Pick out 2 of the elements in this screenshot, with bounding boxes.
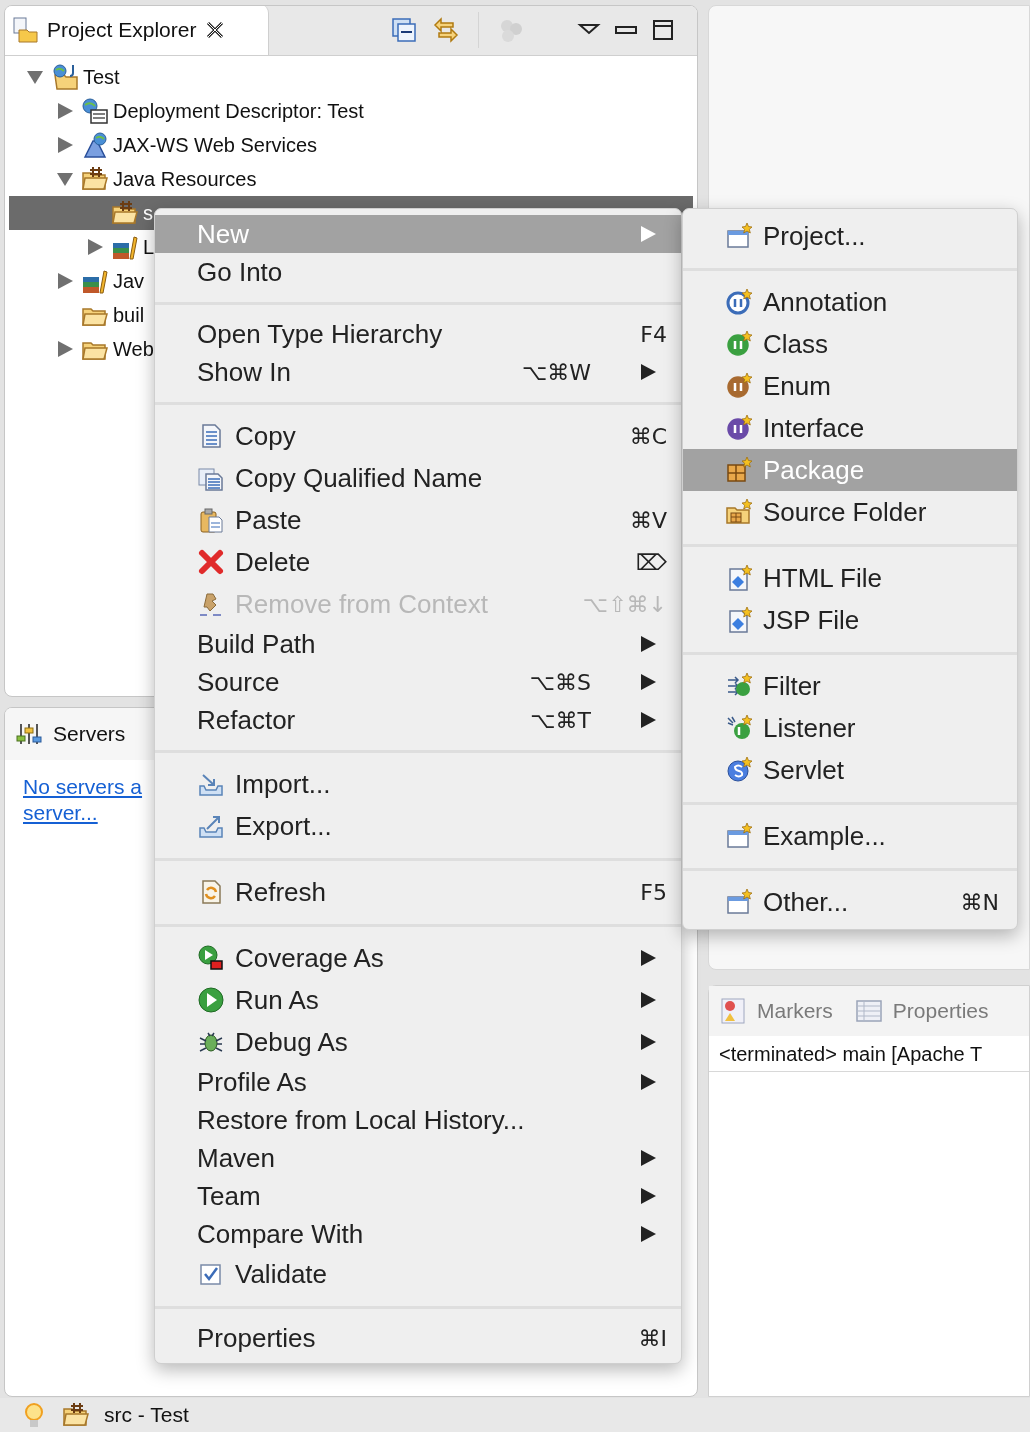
console-line: <terminated> main [Apache T [719,1041,983,1067]
status-bar: src - Test [0,1398,1030,1432]
